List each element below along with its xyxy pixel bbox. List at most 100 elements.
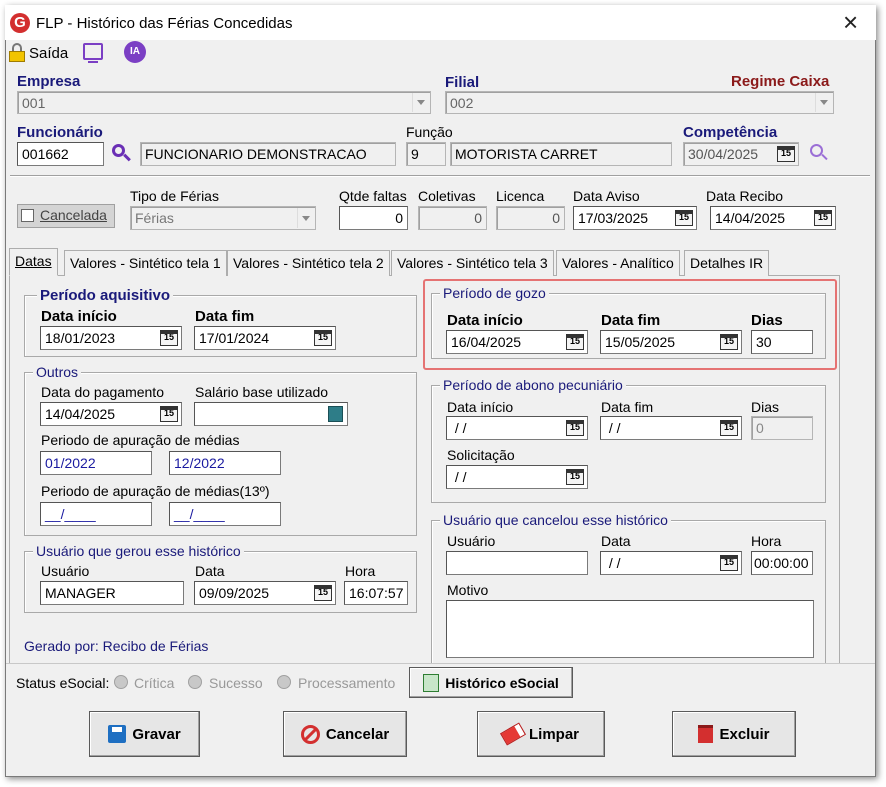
filial-select[interactable]: 002 [445, 91, 834, 114]
cancelou-data-value: / / [605, 555, 621, 571]
abono-fim-label: Data fim [601, 399, 654, 415]
historico-esocial-button[interactable]: Histórico eSocial [409, 667, 573, 698]
apuracao13-inicio-input[interactable]: __/____ [40, 502, 152, 526]
calendar-icon[interactable]: 15 [566, 334, 584, 350]
tab-analitico[interactable]: Valores - Analítico [556, 250, 680, 276]
tab-sintetico-1[interactable]: Valores - Sintético tela 1 [64, 250, 227, 276]
calendar-icon[interactable]: 15 [675, 210, 693, 226]
critica-status-icon [114, 675, 128, 689]
filial-value: 002 [450, 95, 474, 111]
cancelou-usuario-label: Usuário [447, 533, 496, 549]
empresa-select[interactable]: 001 [17, 91, 431, 114]
calendar-icon[interactable]: 15 [566, 469, 584, 485]
chevron-down-icon[interactable] [815, 93, 832, 112]
tab-datas[interactable]: Datas [9, 248, 58, 276]
pagamento-input[interactable]: 14/04/2025 15 [40, 402, 182, 426]
aquisitivo-fim-input[interactable]: 17/01/2024 15 [194, 326, 336, 350]
abono-fim-input[interactable]: / / 15 [600, 416, 742, 440]
exit-label[interactable]: Saída [29, 45, 68, 62]
calendar-icon[interactable]: 15 [814, 210, 832, 226]
chevron-down-icon[interactable] [297, 208, 314, 228]
pagamento-value: 14/04/2025 [45, 406, 116, 422]
tipo-ferias-label: Tipo de Férias [130, 188, 219, 204]
tab-sintetico-3[interactable]: Valores - Sintético tela 3 [391, 250, 554, 276]
cancelada-checkbox[interactable] [21, 209, 34, 222]
gravar-button[interactable]: Gravar [89, 711, 200, 757]
cancelar-button[interactable]: Cancelar [283, 711, 407, 757]
calendar-icon[interactable]: 15 [314, 585, 332, 601]
limpar-button[interactable]: Limpar [477, 711, 605, 757]
funcao-name-field: MOTORISTA CARRET [450, 142, 672, 166]
cancelou-hora-field: 00:00:00 [751, 551, 813, 575]
cancelou-hora-label: Hora [751, 533, 782, 549]
cancelou-usuario-field [446, 551, 588, 575]
calendar-icon[interactable]: 15 [160, 406, 178, 422]
gozo-fim-value: 15/05/2025 [605, 334, 676, 350]
close-icon[interactable]: × [843, 8, 858, 36]
gozo-inicio-input[interactable]: 16/04/2025 15 [446, 330, 588, 354]
chevron-down-icon[interactable] [412, 93, 429, 112]
tipo-ferias-select[interactable]: Férias [130, 206, 316, 230]
apuracao-label: Periodo de apuração de médias [41, 432, 240, 448]
abono-solic-input[interactable]: / / 15 [446, 465, 588, 489]
abono-inicio-value: / / [451, 420, 467, 436]
excluir-button[interactable]: Excluir [672, 711, 796, 757]
salario-input[interactable] [194, 402, 348, 426]
coletivas-label: Coletivas [418, 188, 476, 204]
calendar-icon[interactable]: 15 [314, 330, 332, 346]
funcionario-code-input[interactable]: 001662 [17, 142, 104, 166]
aquisitivo-title: Período aquisitivo [37, 287, 174, 304]
lock-icon[interactable] [9, 43, 25, 62]
ia-icon[interactable]: IA [124, 41, 146, 63]
motivo-textarea[interactable] [446, 600, 814, 658]
tab-label: Valores - Sintético tela 3 [397, 255, 548, 271]
regime-label: Regime Caixa [731, 73, 830, 90]
data-aviso-input[interactable]: 17/03/2025 15 [573, 206, 697, 230]
pagamento-label: Data do pagamento [41, 384, 164, 400]
tab-sintetico-2[interactable]: Valores - Sintético tela 2 [227, 250, 390, 276]
empresa-label: Empresa [17, 73, 81, 90]
apuracao-fim-input[interactable]: 12/2022 [169, 451, 281, 475]
gozo-dias-input[interactable]: 30 [751, 330, 813, 354]
tab-label: Detalhes IR [690, 255, 764, 271]
document-icon [423, 673, 440, 692]
search-icon[interactable] [112, 144, 132, 164]
gerou-usuario-field: MANAGER [40, 581, 184, 605]
cancelada-label[interactable]: Cancelada [40, 207, 107, 223]
calendar-icon[interactable]: 15 [566, 420, 584, 436]
filial-label: Filial [445, 74, 480, 91]
calendar-icon[interactable]: 15 [777, 146, 795, 162]
coletivas-field: 0 [418, 206, 487, 230]
competencia-date[interactable]: 30/04/2025 15 [683, 142, 799, 166]
tab-detalhes-ir[interactable]: Detalhes IR [684, 250, 770, 276]
data-recibo-value: 14/04/2025 [715, 210, 786, 226]
qtde-faltas-input[interactable]: 0 [339, 206, 408, 230]
monitor-stand-icon [88, 61, 98, 63]
gravar-label: Gravar [132, 725, 181, 743]
calendar-icon[interactable]: 15 [720, 334, 738, 350]
historico-esocial-label: Histórico eSocial [445, 674, 559, 691]
calendar-icon[interactable]: 15 [160, 330, 178, 346]
calendar-icon[interactable]: 15 [720, 420, 738, 436]
sucesso-label: Sucesso [209, 675, 263, 691]
data-recibo-input[interactable]: 14/04/2025 15 [710, 206, 836, 230]
abono-inicio-input[interactable]: / / 15 [446, 416, 588, 440]
apuracao13-fim-input[interactable]: __/____ [169, 502, 281, 526]
competencia-label: Competência [683, 124, 778, 141]
gozo-fim-input[interactable]: 15/05/2025 15 [600, 330, 742, 354]
aquisitivo-inicio-value: 18/01/2023 [45, 330, 116, 346]
abono-title: Período de abono pecuniário [440, 377, 626, 393]
gozo-fim-label: Data fim [601, 312, 661, 329]
abono-dias-label: Dias [751, 399, 780, 415]
monitor-icon[interactable] [83, 43, 103, 60]
gerado-por-text: Gerado por: Recibo de Férias [24, 638, 209, 654]
abono-dias-field: 0 [751, 416, 813, 440]
gerou-hora-label: Hora [345, 563, 376, 579]
search-icon[interactable] [810, 144, 830, 164]
eraser-icon [500, 722, 526, 746]
apuracao-inicio-input[interactable]: 01/2022 [40, 451, 152, 475]
calendar-icon[interactable]: 15 [720, 555, 738, 571]
status-label: Status eSocial: [16, 675, 110, 691]
aquisitivo-inicio-input[interactable]: 18/01/2023 15 [40, 326, 182, 350]
calculator-icon[interactable] [328, 406, 343, 422]
